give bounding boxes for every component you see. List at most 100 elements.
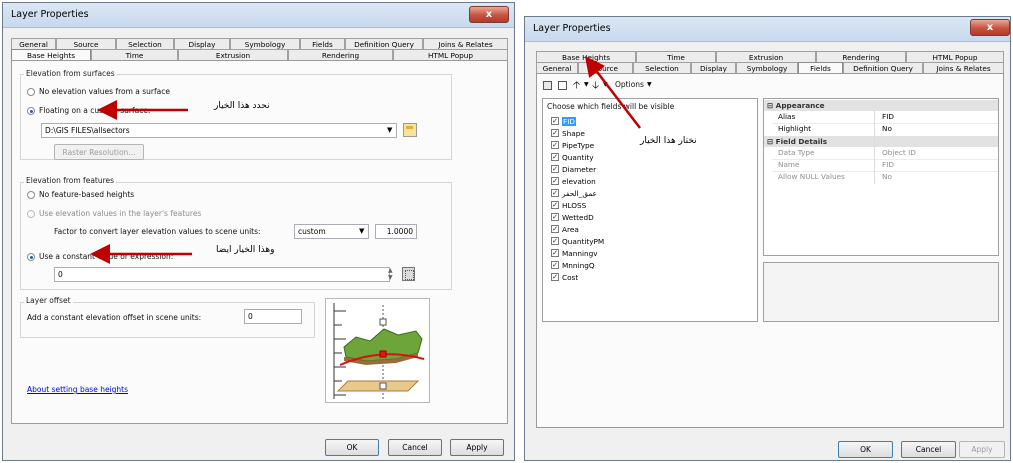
layer-offset-input[interactable]: 0 [244, 309, 302, 324]
tab-rendering[interactable]: Rendering [288, 49, 393, 60]
name-value: FID [882, 160, 894, 169]
right-tab-joins-relates[interactable]: Joins & Relates [923, 62, 1004, 73]
tab-symbology[interactable]: Symbology [230, 38, 300, 49]
factor-unit-dropdown[interactable]: custom [294, 224, 369, 239]
left-ok-button[interactable]: OK [325, 439, 379, 456]
right-tab-definition-query[interactable]: Definition Query [843, 62, 923, 73]
field-details-section-header[interactable]: ⊟ Field Details [764, 136, 998, 147]
floating-surface-radio[interactable] [27, 107, 35, 115]
right-layer-properties-dialog: Layer Properties x Base Heights Time Ext… [524, 16, 1011, 461]
right-tab-extrusion[interactable]: Extrusion [716, 51, 816, 62]
right-tab-panel: 🡡 ▼ 🡣 ▼ Options ▼ Choose which fields wi… [536, 73, 1004, 428]
field-checkbox[interactable]: ✓ [551, 237, 559, 245]
property-grid-separator [874, 111, 875, 184]
field-checkbox[interactable]: ✓ [551, 261, 559, 269]
raster-resolution-button[interactable]: Raster Resolution... [54, 144, 144, 160]
no-surface-label: No elevation values from a surface [39, 87, 170, 96]
move-up-icon[interactable]: 🡡 [573, 78, 580, 95]
data-type-value: Object ID [882, 148, 916, 157]
move-down-dropdown-icon[interactable]: ▼ [603, 81, 608, 88]
collapse-icon[interactable]: ⊟ [767, 101, 773, 110]
tab-source[interactable]: Source [56, 38, 116, 49]
left-close-button[interactable]: x [469, 6, 509, 23]
constant-spinner-icon[interactable]: ▲ ▼ [388, 267, 393, 281]
field-name: elevation [562, 177, 596, 186]
tab-display[interactable]: Display [174, 38, 230, 49]
highlight-row[interactable]: Highlight No [764, 123, 998, 135]
field-checkbox[interactable]: ✓ [551, 129, 559, 137]
factor-value: 1.0000 [386, 227, 413, 236]
right-tab-source[interactable]: Source [578, 62, 633, 73]
use-elevation-values-label: Use elevation values in the layer's feat… [39, 209, 202, 218]
tab-joins-relates[interactable]: Joins & Relates [423, 38, 508, 49]
constant-expression-input[interactable]: 0 [54, 267, 390, 282]
right-tab-html-popup[interactable]: HTML Popup [906, 51, 1004, 62]
field-name: Shape [562, 129, 585, 138]
no-surface-radio[interactable] [27, 88, 35, 96]
field-name: Quantity [562, 153, 594, 162]
surface-path-value: D:\GIS FILES\allsectors [45, 126, 130, 135]
right-tab-symbology[interactable]: Symbology [736, 62, 798, 73]
expression-builder-icon[interactable] [402, 267, 415, 281]
tab-time[interactable]: Time [91, 49, 178, 60]
field-checkbox[interactable]: ✓ [551, 273, 559, 281]
appearance-section-header[interactable]: ⊟ Appearance [764, 100, 998, 111]
right-tab-base-heights[interactable]: Base Heights [536, 51, 636, 62]
browse-folder-icon[interactable] [403, 123, 417, 137]
list-view-icon[interactable] [558, 81, 567, 90]
right-dialog-title: Layer Properties [533, 23, 611, 34]
right-close-button[interactable]: x [970, 19, 1010, 36]
field-checkbox[interactable]: ✓ [551, 117, 559, 125]
right-tab-display[interactable]: Display [691, 62, 736, 73]
factor-value-field[interactable]: 1.0000 [375, 224, 417, 239]
about-base-heights-link[interactable]: About setting base heights [27, 385, 128, 394]
tab-selection[interactable]: Selection [116, 38, 174, 49]
move-up-dropdown-icon[interactable]: ▼ [584, 81, 589, 88]
move-down-icon[interactable]: 🡣 [592, 78, 599, 95]
field-checkbox[interactable]: ✓ [551, 165, 559, 173]
right-tab-general[interactable]: General [536, 62, 578, 73]
field-name: Area [562, 225, 579, 234]
field-checkbox[interactable]: ✓ [551, 225, 559, 233]
field-checkbox[interactable]: ✓ [551, 141, 559, 149]
right-ok-button[interactable]: OK [838, 441, 893, 458]
base-heights-illustration [325, 298, 430, 403]
collapse-icon[interactable]: ⊟ [767, 137, 773, 146]
options-menu[interactable]: Options [615, 80, 644, 89]
allow-null-row: Allow NULL Values No [764, 171, 998, 183]
constant-value-radio[interactable] [27, 253, 35, 261]
tab-definition-query[interactable]: Definition Query [345, 38, 423, 49]
table-view-icon[interactable] [543, 81, 552, 90]
field-name: MnningQ [562, 261, 595, 270]
right-cancel-button[interactable]: Cancel [901, 441, 956, 458]
no-feature-heights-radio[interactable] [27, 191, 35, 199]
field-name: Manningv [562, 249, 598, 258]
tab-fields[interactable]: Fields [300, 38, 345, 49]
field-checkbox[interactable]: ✓ [551, 201, 559, 209]
options-dropdown-icon[interactable]: ▼ [647, 81, 652, 88]
right-tab-selection[interactable]: Selection [633, 62, 691, 73]
surface-path-dropdown[interactable]: D:\GIS FILES\allsectors [41, 123, 397, 138]
elevation-surfaces-label: Elevation from surfaces [24, 69, 117, 78]
field-checkbox[interactable]: ✓ [551, 213, 559, 221]
left-cancel-button[interactable]: Cancel [388, 439, 442, 456]
right-title-bar: Layer Properties [525, 17, 1010, 42]
field-checkbox[interactable]: ✓ [551, 189, 559, 197]
use-elevation-values-radio[interactable] [27, 210, 35, 218]
field-checkbox[interactable]: ✓ [551, 177, 559, 185]
field-properties-grid: ⊟ Appearance Alias FID Highlight No ⊟ Fiel… [763, 98, 999, 256]
tab-extrusion[interactable]: Extrusion [178, 49, 288, 60]
right-tab-rendering[interactable]: Rendering [816, 51, 906, 62]
right-apply-button[interactable]: Apply [959, 441, 1005, 458]
tab-general[interactable]: General [11, 38, 56, 49]
right-tab-time[interactable]: Time [636, 51, 716, 62]
tab-html-popup[interactable]: HTML Popup [393, 49, 508, 60]
surface-dropdown-arrow-icon[interactable]: ▼ [387, 126, 392, 134]
name-key: Name [778, 160, 800, 169]
left-apply-button[interactable]: Apply [450, 439, 504, 456]
field-checkbox[interactable]: ✓ [551, 249, 559, 257]
field-checkbox[interactable]: ✓ [551, 153, 559, 161]
allow-null-key: Allow NULL Values [778, 172, 845, 181]
alias-row[interactable]: Alias FID [764, 111, 998, 123]
factor-unit-arrow-icon[interactable]: ▼ [359, 227, 364, 235]
